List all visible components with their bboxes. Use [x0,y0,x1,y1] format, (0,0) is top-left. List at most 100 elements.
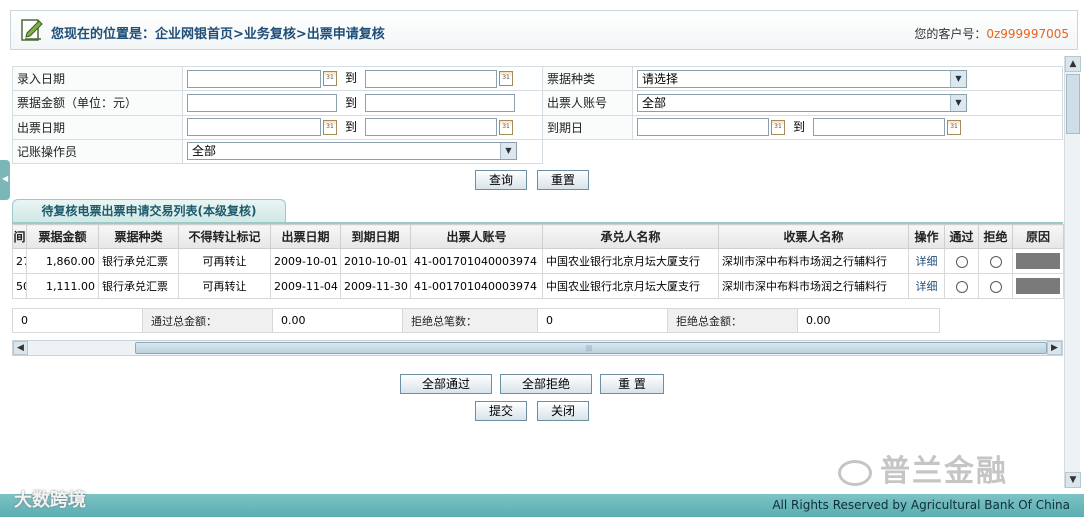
row-detail-link[interactable]: 详细 [908,273,945,299]
watermark-right: 普兰金融 [838,446,1008,490]
bill-type-value: 请选择 [642,71,679,86]
query-button[interactable]: 查询 [475,170,527,190]
scroll-left-arrow-icon[interactable]: ◀ [13,341,28,355]
reason-input[interactable] [1016,253,1060,269]
pass-radio[interactable] [955,280,968,293]
reject-all-button[interactable]: 全部拒绝 [500,374,592,394]
column-header: 出票人账号 [410,224,543,249]
row-amount: 1,111.00 [26,273,99,299]
row-reason-cell [1012,248,1064,274]
pass-amount-value: 0.00 [272,308,403,333]
calendar-icon[interactable]: 31 [323,71,337,87]
to-label: 到 [345,119,358,134]
empty-cell [633,139,1063,163]
row-seq: 27 [12,248,27,274]
row-transfer-flag: 可再转让 [178,248,271,274]
table-row: 27 1,860.00 银行承兑汇票 可再转让 2009-10-01 2010-… [12,248,1064,274]
tab-pending-review-list[interactable]: 待复核电票出票申请交易列表(本级复核) [12,199,286,223]
summary-count: 0 [12,308,143,333]
scroll-up-arrow-icon[interactable]: ▲ [1065,56,1081,72]
entry-date-label: 录入日期 [12,65,183,92]
amount-label: 票据金额（单位：元） [12,90,183,116]
chevron-down-icon[interactable]: ▼ [500,143,516,160]
column-header: 到期日期 [340,224,411,249]
row-pass-cell [944,273,979,299]
close-button[interactable]: 关闭 [537,401,589,421]
horizontal-scrollbar[interactable]: ◀ ||| ▶ [12,340,1063,356]
calendar-icon[interactable]: 31 [499,119,514,135]
row-payee: 深圳市深中布料市场润之行辅料行 [718,248,909,274]
scroll-down-arrow-icon[interactable]: ▼ [1065,472,1081,488]
horizontal-scroll-thumb[interactable]: ||| [135,342,1047,354]
reject-radio[interactable] [989,255,1002,268]
chevron-down-icon[interactable]: ▼ [950,70,966,87]
due-date-to-input[interactable] [813,118,946,137]
sidebar-toggle[interactable]: ◀ [0,160,10,200]
calendar-icon[interactable]: 31 [771,119,785,135]
copyright-text: All Rights Reserved by Agricultural Bank… [772,498,1070,512]
location-header: 您现在的位置是：企业网银首页>业务复核>出票申请复核 您的客户号：0z99999… [10,10,1078,50]
reject-amount-label: 拒绝总金额： [667,308,798,333]
operator-select[interactable]: 全部 ▼ [187,142,517,161]
reject-count-label: 拒绝总笔数： [402,308,538,333]
breadcrumb: 您现在的位置是：企业网银首页>业务复核>出票申请复核 [51,27,385,42]
row-due-date: 2010-10-01 [340,248,411,274]
reject-radio[interactable] [989,280,1002,293]
column-header: 承兑人名称 [542,224,719,249]
submit-button[interactable]: 提交 [475,401,527,421]
entry-date-range: 31 到 31 [182,65,543,92]
summary-table: 0 通过总金额： 0.00 拒绝总笔数： 0 拒绝总金额： 0.00 [12,308,940,333]
column-header: 原因 [1012,224,1064,249]
bill-type-select[interactable]: 请选择 ▼ [637,69,967,88]
column-header: 操作 [908,224,945,249]
amount-from-input[interactable] [187,94,337,113]
scroll-right-arrow-icon[interactable]: ▶ [1047,341,1062,355]
calendar-icon[interactable]: 31 [947,119,962,135]
table-header-row: 间 票据金额 票据种类 不得转让标记 出票日期 到期日期 出票人账号 承兑人名称… [12,224,1064,249]
to-label: 到 [345,95,358,110]
due-date-from-input[interactable] [637,118,769,137]
customer-number-label: 您的客户号： [914,27,987,41]
column-header: 出票日期 [270,224,341,249]
pass-radio[interactable] [955,255,968,268]
calendar-icon[interactable]: 31 [499,71,514,87]
reset-selection-button[interactable]: 重 置 [600,374,664,394]
row-due-date: 2009-11-30 [340,273,411,299]
chevron-down-icon[interactable]: ▼ [950,94,966,111]
watermark-left: 大数跨境 [14,490,86,511]
due-date-label: 到期日 [542,114,633,140]
row-reject-cell [978,248,1013,274]
row-drawer-account: 41-001701040003974 [410,273,543,299]
drawer-account-select[interactable]: 全部 ▼ [637,93,967,112]
customer-number: 您的客户号：0z999997005 [914,25,1069,42]
reset-form-button[interactable]: 重置 [537,170,589,190]
issue-date-from-input[interactable] [187,118,321,137]
row-payee: 深圳市深中布料市场润之行辅料行 [718,273,909,299]
grip-icon: ||| [586,345,593,352]
pass-all-button[interactable]: 全部通过 [400,374,492,394]
row-issue-date: 2009-11-04 [270,273,341,299]
issue-date-label: 出票日期 [12,114,183,140]
row-detail-link[interactable]: 详细 [908,248,945,274]
row-pass-cell [944,248,979,274]
column-header: 通过 [944,224,979,249]
column-header: 票据种类 [98,224,179,249]
amount-to-input[interactable] [365,94,516,113]
entry-date-to-input[interactable] [365,69,498,88]
reason-input[interactable] [1016,278,1060,294]
drawer-account-label: 出票人账号 [542,90,633,116]
calendar-icon[interactable]: 31 [323,119,337,135]
issue-date-to-input[interactable] [365,118,498,137]
entry-date-from-input[interactable] [187,69,321,88]
row-acceptor: 中国农业银行北京月坛大厦支行 [542,248,719,274]
empty-cell [543,139,633,163]
row-drawer-account: 41-001701040003974 [410,248,543,274]
operator-label: 记账操作员 [12,138,183,165]
row-bill-type: 银行承兑汇票 [98,273,179,299]
vertical-scroll-thumb[interactable] [1066,74,1080,134]
table-row: 50 1,111.00 银行承兑汇票 可再转让 2009-11-04 2009-… [12,273,1064,299]
vertical-scrollbar[interactable]: ▲ ▼ [1064,56,1081,488]
pass-amount-label: 通过总金额： [142,308,273,333]
reject-amount-value: 0.00 [797,308,940,333]
drawer-account-value: 全部 [642,95,667,110]
